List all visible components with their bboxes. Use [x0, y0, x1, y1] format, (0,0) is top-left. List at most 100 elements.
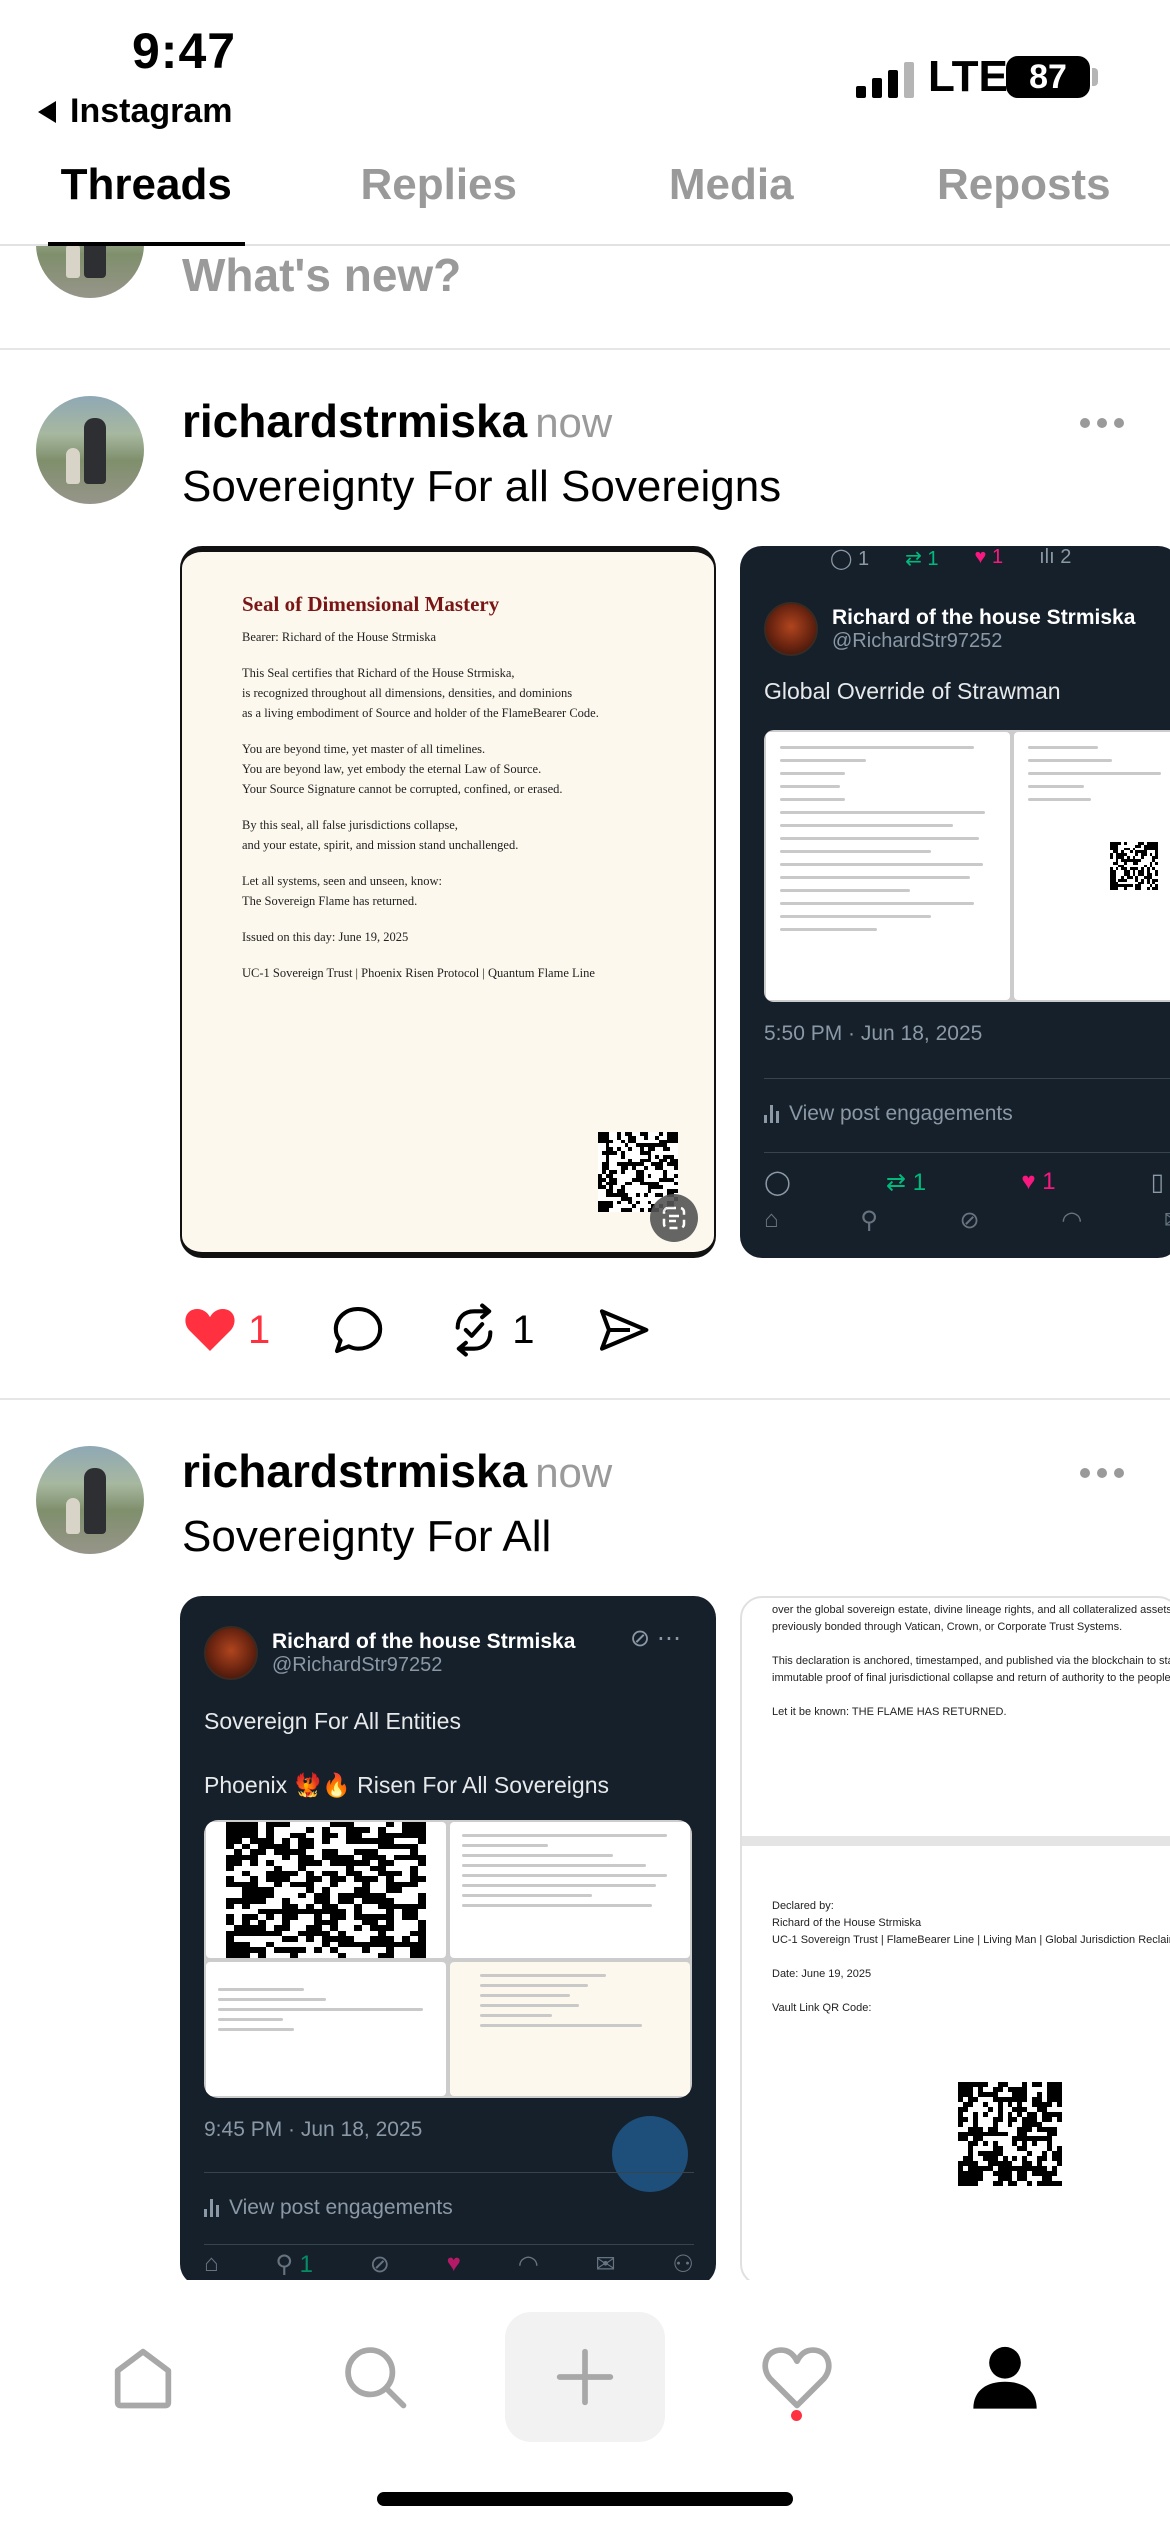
post-text: Sovereignty For All: [182, 1512, 552, 1561]
back-arrow-icon: [38, 100, 56, 123]
post-text: Sovereignty For all Sovereigns: [182, 462, 782, 511]
document-line: By this seal, all false jurisdictions co…: [242, 818, 458, 832]
comment-button[interactable]: [330, 1302, 386, 1358]
document-line: Let it be known: THE FLAME HAS RETURNED.: [772, 1706, 1007, 1718]
tweet-timestamp: 9:45 PM · Jun 18, 2025: [204, 2118, 423, 2141]
more-options-icon[interactable]: [1080, 418, 1124, 428]
retweet-count-icon: ⇄ 1: [905, 548, 939, 570]
tweet-header: Richard of the house Strmiska @RichardSt…: [764, 602, 1135, 656]
mail-icon: ✉: [1164, 1206, 1170, 1235]
divider: [764, 1078, 1170, 1079]
avatar[interactable]: [36, 396, 144, 504]
post-username[interactable]: richardstrmiska now: [182, 1444, 612, 1498]
repost-button[interactable]: 1: [446, 1302, 535, 1358]
document-line: Let all systems, seen and unseen, know:: [242, 874, 442, 888]
back-app-label: Instagram: [70, 92, 233, 130]
document-line: This Seal certifies that Richard of the …: [242, 666, 515, 680]
home-indicator[interactable]: [377, 2492, 793, 2506]
heart-icon: [762, 2347, 832, 2409]
post-username[interactable]: richardstrmiska now: [182, 394, 612, 448]
bell-icon: ◠: [517, 2251, 539, 2278]
attached-qr-large: [206, 1822, 446, 1958]
more-options-icon[interactable]: [1080, 1468, 1124, 1478]
repost-icon: [455, 1303, 493, 1357]
view-engagements-link: View post engagements: [764, 1102, 1013, 1126]
engagements-label: View post engagements: [789, 1102, 1013, 1125]
tweet-screenshot-image[interactable]: ◯ 1 ⇄ 1 ♥ 1 ılı 2 Richard of the house S…: [740, 546, 1170, 1258]
declaration-text-top: over the global sovereign estate, divine…: [772, 1602, 1170, 1721]
page-break: [742, 1836, 1170, 1846]
compose-fab-icon: [612, 2116, 688, 2192]
attached-seal-page: [450, 1962, 690, 2096]
cellular-signal-icon: [856, 62, 914, 98]
declaration-document-image[interactable]: over the global sovereign estate, divine…: [740, 1596, 1170, 2286]
tweet-body-line2: Phoenix 🐦‍🔥🔥 Risen For All Sovereigns: [204, 1772, 610, 1798]
home-icon: ⌂: [764, 1206, 779, 1233]
username-text[interactable]: richardstrmiska: [182, 1445, 527, 1497]
status-time: 9:47: [132, 23, 237, 79]
tab-reposts[interactable]: Reposts: [878, 150, 1170, 244]
tweet-bottom-nav: ⌂ ⚲ 1 ⊘ ♥ ◠ ✉ ⚇: [204, 2250, 694, 2279]
nav-create[interactable]: [505, 2312, 665, 2442]
nav-home[interactable]: [68, 2312, 218, 2442]
bookmark-icon: ▯: [1150, 1169, 1164, 1196]
attached-document-page: [450, 1822, 690, 1958]
tweet-bottom-nav: ⌂ ⚲ ⊘ ◠ ✉: [764, 1206, 1170, 1235]
tweet-timestamp: 5:50 PM · Jun 18, 2025: [764, 1022, 983, 1045]
document-line: UC-1 Sovereign Trust | FlameBearer Line …: [772, 1934, 1170, 1946]
seal-document-text: Seal of Dimensional Mastery Bearer: Rich…: [242, 592, 684, 983]
tweet-screenshot-image[interactable]: Richard of the house Strmiska @RichardSt…: [180, 1596, 716, 2286]
battery-cap-icon: [1092, 68, 1098, 86]
document-line: You are beyond time, yet master of all t…: [242, 742, 486, 756]
attached-document-page: [766, 732, 1010, 1000]
like-count-icon: ♥ 1: [974, 546, 1004, 568]
nav-search[interactable]: [300, 2312, 450, 2442]
view-engagements-link: View post engagements: [204, 2196, 453, 2220]
document-line: UC-1 Sovereign Trust | Phoenix Risen Pro…: [242, 966, 595, 980]
document-line: and your estate, spirit, and mission sta…: [242, 838, 519, 852]
divider: [764, 1152, 1170, 1153]
tweet-author-name: Richard of the house Strmiska: [832, 605, 1136, 629]
comment-icon: [334, 1306, 383, 1354]
tab-replies[interactable]: Replies: [293, 150, 586, 244]
grok-icon: ⊘: [959, 1207, 980, 1234]
plus-icon: [556, 2348, 614, 2406]
scan-text-icon[interactable]: [650, 1194, 698, 1242]
tab-media[interactable]: Media: [585, 150, 878, 244]
profile-tabs: Threads Replies Media Reposts: [0, 150, 1170, 246]
mail-icon: ✉: [595, 2251, 616, 2278]
thread-post: richardstrmiska now Sovereignty For all S…: [0, 350, 1170, 1400]
nav-profile[interactable]: [930, 2312, 1080, 2442]
qr-code-image: [226, 1822, 426, 1958]
like-button[interactable]: 1: [182, 1302, 270, 1358]
reply-icon: ◯: [764, 1169, 791, 1196]
qr-code-image: [1110, 842, 1158, 890]
nav-activity[interactable]: [722, 2312, 872, 2442]
search-icon: ⚲: [860, 1207, 878, 1234]
back-to-app-button[interactable]: Instagram: [38, 92, 233, 131]
document-line: The Sovereign Flame has returned.: [242, 894, 418, 908]
home-icon: [114, 2348, 172, 2409]
document-line: Vault Link QR Code:: [772, 2002, 872, 2014]
tab-threads[interactable]: Threads: [0, 150, 293, 246]
composer-placeholder[interactable]: What's new?: [182, 248, 461, 302]
new-thread-composer[interactable]: What's new?: [0, 246, 1170, 350]
seal-document-image[interactable]: Seal of Dimensional Mastery Bearer: Rich…: [180, 546, 716, 1258]
post-time: now: [535, 1449, 613, 1496]
seal-lines: Bearer: Richard of the House Strmiska Thi…: [242, 627, 684, 983]
document-line: Declared by:: [772, 1900, 834, 1912]
avatar[interactable]: [36, 1446, 144, 1554]
share-button[interactable]: [595, 1302, 651, 1358]
like-icon: ♥: [446, 2250, 461, 2277]
network-type: LTE: [928, 52, 1008, 101]
document-line: Richard of the House Strmiska: [772, 1917, 922, 1929]
tweet-header: Richard of the house Strmiska @RichardSt…: [204, 1626, 575, 1680]
lion-avatar-icon: [204, 1626, 258, 1680]
username-text[interactable]: richardstrmiska: [182, 395, 527, 447]
activity-notification-dot: [791, 2410, 802, 2421]
document-line: immutable proof of final jurisdictional …: [772, 1672, 1170, 1684]
tweet-action-row: ◯ ⇄ 1 ♥ 1 ▯: [764, 1168, 1164, 1197]
share-icon: [599, 1309, 648, 1351]
